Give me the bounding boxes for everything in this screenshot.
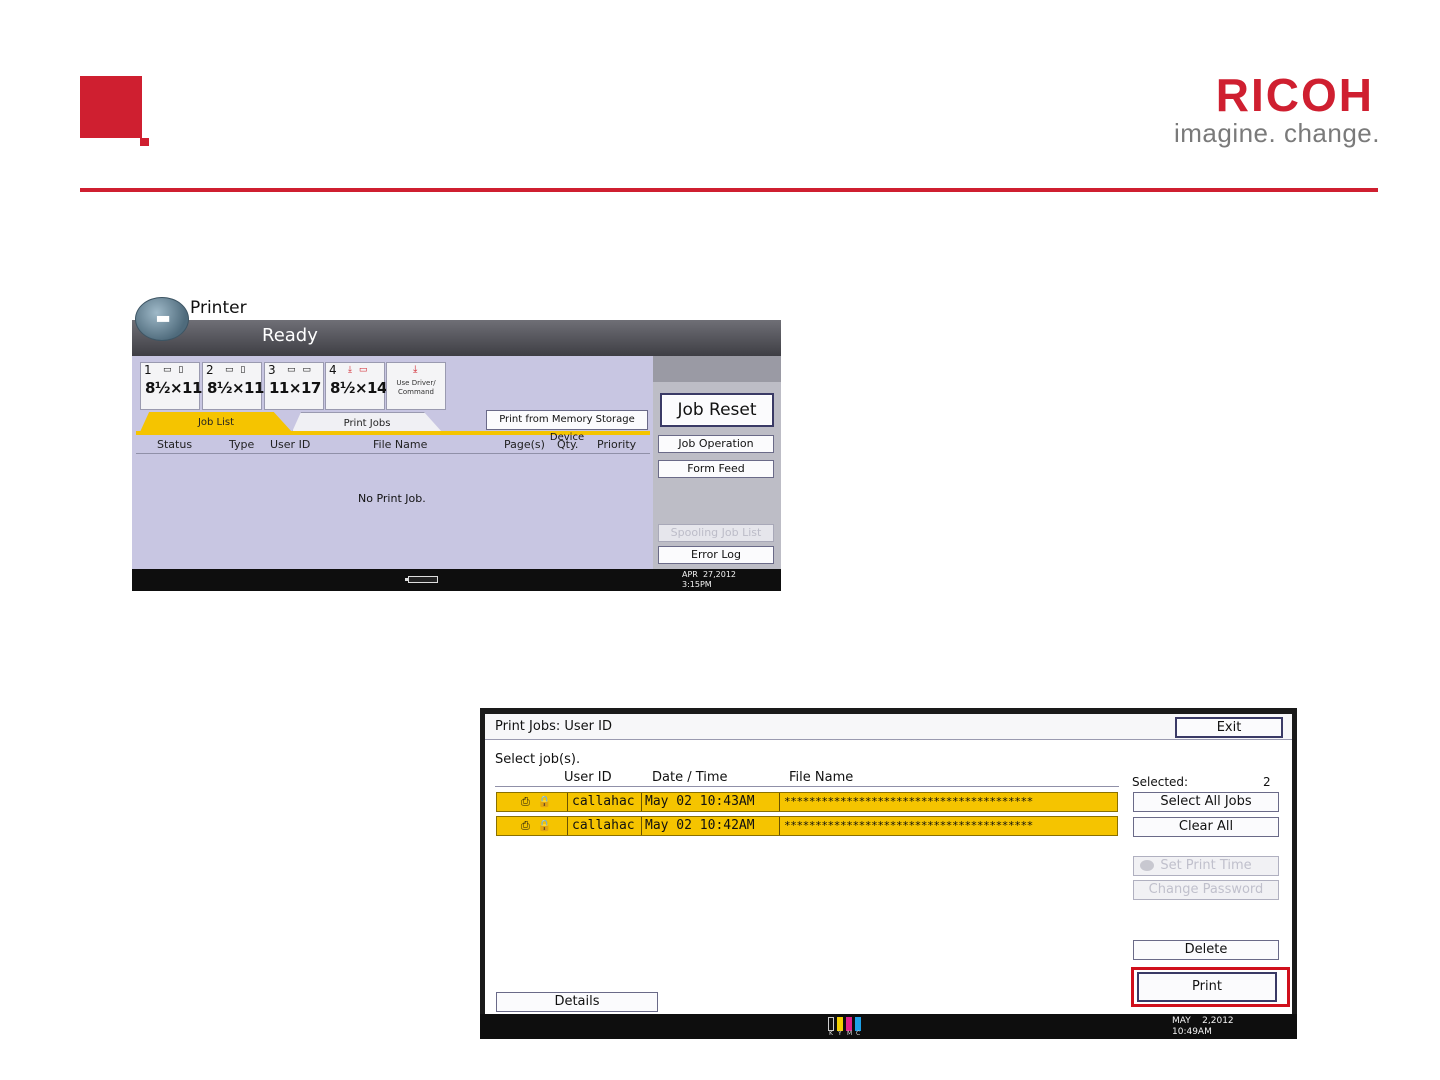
job-row[interactable]: ⎙🔒 callahac May 02 10:42AM *************…	[496, 816, 1118, 836]
toner-level-icon: K Y M C	[828, 1017, 868, 1037]
set-print-time-button[interactable]: Set Print Time	[1133, 856, 1279, 876]
system-status-bar: APR 27,2012 3:15PM	[132, 569, 781, 591]
toner-k	[828, 1017, 834, 1031]
date: APR 27,2012	[682, 570, 737, 579]
memory-indicator-icon	[405, 576, 438, 583]
screen-title: Print Jobs: User ID	[495, 719, 612, 734]
job-list-area: 1 ▭ ▯ 8½×11 2 ▭ ▯ 8½×11 3 ▭ ▭ 11×17 4 ⤓ …	[132, 356, 653, 569]
empty-job-message: No Print Job.	[358, 492, 426, 505]
toner-m-label: M	[847, 1030, 853, 1037]
use-driver-command: ⤓ Use Driver/ Command	[386, 362, 446, 410]
slide-accent-square	[80, 76, 142, 138]
date-time: MAY 2,2012 10:49AM	[1172, 1016, 1234, 1038]
col-status: Status	[157, 438, 193, 451]
time: 3:15PM	[682, 580, 712, 589]
spooling-job-list-button[interactable]: Spooling Job List	[658, 524, 774, 542]
time: 10:49AM	[1172, 1027, 1212, 1037]
job-file-name: ****************************************	[779, 793, 1033, 811]
clear-all-button[interactable]: Clear All	[1133, 817, 1279, 837]
tab-job-list[interactable]: Job List	[140, 412, 292, 432]
job-user: callahac	[567, 817, 635, 835]
slide-accent-notch	[140, 138, 149, 146]
col-priority: Priority	[597, 438, 637, 451]
col-user-id: User ID	[564, 770, 612, 785]
date: MAY 2,2012	[1172, 1016, 1234, 1026]
driver-label-line2: Command	[398, 388, 434, 396]
tray-size: 11×17	[269, 379, 321, 397]
column-divider	[136, 453, 650, 454]
job-file-name: ****************************************	[779, 817, 1033, 835]
download-icon: ⤓	[413, 364, 418, 375]
tray-2: 2 ▭ ▯ 8½×11	[202, 362, 264, 410]
paper-tray-icon: ▭ ▯	[163, 365, 186, 375]
tray-1: 1 ▭ ▯ 8½×11	[140, 362, 202, 410]
paper-tray-icon: ▭ ▭	[287, 365, 313, 375]
print-from-memory-button[interactable]: Print from Memory Storage Device	[486, 410, 648, 443]
selected-label: Selected:	[1132, 775, 1189, 789]
details-button[interactable]: Details	[496, 992, 658, 1012]
clock-icon	[1140, 860, 1154, 871]
tray-number: 2	[206, 363, 214, 377]
toner-y-label: Y	[838, 1030, 842, 1037]
job-datetime: May 02 10:42AM	[641, 817, 755, 835]
toner-y	[837, 1017, 843, 1031]
job-user: callahac	[567, 793, 635, 811]
printer-status: Ready	[262, 325, 318, 346]
locked-print-icon: ⎙🔒	[521, 819, 560, 832]
select-all-jobs-button[interactable]: Select All Jobs	[1133, 792, 1279, 812]
col-user-id: User ID	[270, 438, 311, 451]
status-bar: Ready	[132, 320, 781, 356]
locked-print-icon: ⎙🔒	[521, 795, 560, 808]
tray-number: 1	[144, 363, 152, 377]
tray-4: 4 ⤓ ▭ 8½×14	[325, 362, 387, 410]
col-type: Type	[229, 438, 255, 451]
logo-tagline: imagine. change.	[1173, 118, 1380, 148]
col-file-name: File Name	[789, 770, 854, 785]
tab-print-jobs[interactable]: Print Jobs	[292, 412, 442, 432]
tray-3: 3 ▭ ▭ 11×17	[264, 362, 324, 410]
tray-size: 8½×11	[207, 379, 264, 397]
ricoh-logo: RICOH imagine. change.	[1166, 70, 1380, 150]
paper-tray-icon: ▭ ▯	[225, 365, 248, 375]
toner-k-label: K	[829, 1030, 833, 1037]
selected-count: 2	[1263, 775, 1271, 789]
header-divider	[80, 188, 1378, 192]
tray-size: 8½×14	[330, 379, 387, 397]
toner-c-label: C	[856, 1030, 861, 1037]
column-divider	[495, 786, 1119, 787]
job-reset-button[interactable]: Job Reset	[660, 393, 774, 427]
operation-panel-header	[653, 356, 781, 382]
col-date-time: Date / Time	[652, 770, 728, 785]
tray-size: 8½×11	[145, 379, 202, 397]
col-pages: Page(s)	[504, 438, 545, 451]
date-time: APR 27,2012 3:15PM	[682, 570, 736, 590]
toner-c	[855, 1017, 861, 1031]
tray-number: 3	[268, 363, 276, 377]
screen-title: Printer	[190, 298, 247, 318]
tray-number: 4	[329, 363, 337, 377]
driver-label-line1: Use Driver/	[396, 379, 436, 387]
set-print-time-label: Set Print Time	[1160, 858, 1252, 873]
col-file-name: File Name	[373, 438, 428, 451]
select-prompt: Select job(s).	[495, 752, 581, 767]
print-button[interactable]: Print	[1137, 972, 1277, 1002]
delete-button[interactable]: Delete	[1133, 940, 1279, 960]
job-operation-button[interactable]: Job Operation	[658, 435, 774, 453]
bypass-tray-icon: ⤓ ▭	[348, 365, 370, 375]
logo-wordmark: RICOH	[1215, 69, 1374, 121]
col-qty: Qty.	[557, 438, 579, 451]
exit-button[interactable]: Exit	[1175, 717, 1283, 738]
title-bar: Print Jobs: User ID Exit	[485, 714, 1292, 740]
form-feed-button[interactable]: Form Feed	[658, 460, 774, 478]
system-status-bar: K Y M C MAY 2,2012 10:49AM	[480, 1014, 1297, 1039]
printer-icon: ▬	[135, 297, 189, 341]
job-row[interactable]: ⎙🔒 callahac May 02 10:43AM *************…	[496, 792, 1118, 812]
error-log-button[interactable]: Error Log	[658, 546, 774, 564]
toner-m	[846, 1017, 852, 1031]
change-password-button[interactable]: Change Password	[1133, 880, 1279, 900]
printer-status-screen: Ready ▬ Printer 1 ▭ ▯ 8½×11 2 ▭ ▯ 8½×11 …	[132, 294, 781, 591]
job-datetime: May 02 10:43AM	[641, 793, 755, 811]
